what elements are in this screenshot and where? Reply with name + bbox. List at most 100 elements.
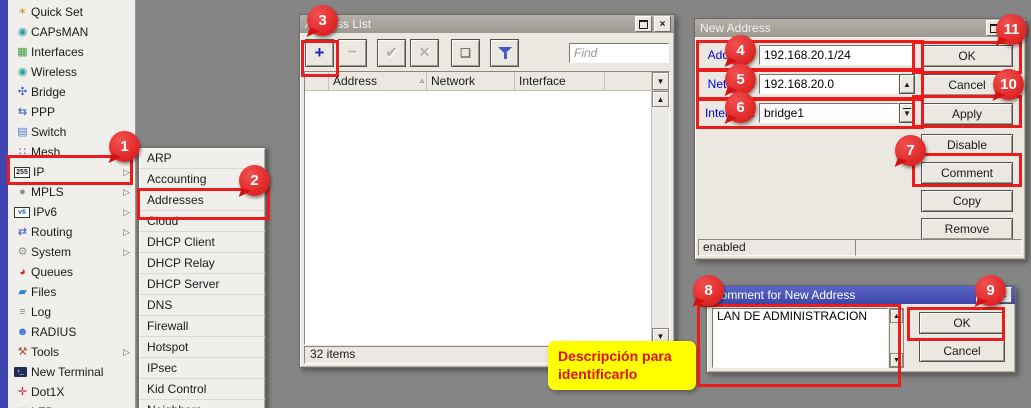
sidebar-item-interfaces[interactable]: ▦Interfaces (8, 42, 135, 62)
network-spinner-up[interactable]: ▲ (899, 74, 915, 94)
menu-item-dhcp-server[interactable]: DHCP Server (139, 273, 265, 294)
sidebar-item-bridge[interactable]: ✣Bridge (8, 82, 135, 102)
scroll-up-button[interactable]: ▲ (890, 309, 903, 323)
window-title: Address List (305, 17, 633, 31)
menu-item-dhcp-relay[interactable]: DHCP Relay (139, 252, 265, 273)
network-input[interactable] (759, 74, 899, 94)
menu-item-kid-control[interactable]: Kid Control (139, 378, 265, 399)
sidebar-item-label: Bridge (31, 85, 135, 99)
comment-button[interactable]: Comment (921, 162, 1013, 184)
menu-item-hotspot[interactable]: Hotspot (139, 336, 265, 357)
ok-button[interactable]: OK (921, 45, 1013, 67)
remove-button[interactable]: − (338, 39, 367, 67)
comment-scrollbar[interactable]: ▲ ▼ (889, 308, 904, 368)
routing-arrows-icon: ⇄ (14, 227, 31, 238)
comment-cancel-button[interactable]: Cancel (919, 340, 1005, 362)
sidebar-item-label: Routing (31, 225, 123, 239)
window-edge-strip (0, 0, 8, 408)
interface-dropdown-button[interactable]: ▼ (899, 103, 915, 123)
sidebar-item-queues[interactable]: ◕Queues (8, 262, 135, 282)
sidebar-item-label: Log (31, 305, 135, 319)
sidebar-item-tools[interactable]: ⚒Tools▷ (8, 342, 135, 362)
menu-item-ipsec[interactable]: IPsec (139, 357, 265, 378)
submenu-arrow-icon: ▷ (123, 227, 130, 238)
sidebar-item-wireless[interactable]: ◉Wireless (8, 62, 135, 82)
scrollbar-track[interactable] (652, 107, 669, 328)
apply-button[interactable]: Apply (921, 103, 1013, 125)
menu-item-dhcp-client[interactable]: DHCP Client (139, 231, 265, 252)
find-input[interactable] (569, 43, 669, 63)
menu-item-neighbors[interactable]: Neighbors (139, 399, 265, 408)
sidebar-item-capsman[interactable]: ◉CAPsMAN (8, 22, 135, 42)
scroll-down-button[interactable]: ▼ (890, 353, 903, 367)
sphere-icon: ● (14, 187, 31, 198)
folder-icon: ▰ (14, 287, 31, 298)
add-button[interactable]: + (305, 39, 334, 67)
maximize-button[interactable] (635, 16, 652, 32)
sidebar-item-dot1x[interactable]: ✛Dot1X (8, 382, 135, 402)
vertical-scrollbar[interactable]: ▲ ▼ (651, 91, 669, 344)
column-select-button[interactable]: ▼ (652, 72, 669, 90)
sidebar-item-mpls[interactable]: ●MPLS▷ (8, 182, 135, 202)
address-list-rows[interactable] (305, 91, 651, 344)
combo-down-icon: ▼ (903, 108, 911, 118)
submenu-arrow-icon: ▷ (123, 247, 130, 258)
comment-ok-button[interactable]: OK (919, 312, 1005, 334)
queues-icon: ◕ (14, 267, 31, 278)
step-badge-5: 5 (725, 64, 756, 95)
submenu-arrow-icon: ▷ (123, 167, 130, 178)
sidebar-item-label: Interfaces (31, 45, 135, 59)
comment-textarea[interactable]: LAN DE ADMINISTRACION (712, 308, 888, 368)
sidebar-item-led[interactable]: ▥LED (8, 402, 135, 408)
interface-input[interactable] (759, 103, 899, 123)
sidebar-item-files[interactable]: ▰Files (8, 282, 135, 302)
scroll-up-button[interactable]: ▲ (652, 91, 669, 107)
menu-item-dns[interactable]: DNS (139, 294, 265, 315)
column-header-address[interactable]: Address▵ (329, 72, 427, 90)
address-input[interactable] (759, 45, 915, 65)
submenu-arrow-icon: ▷ (123, 207, 130, 218)
close-button[interactable]: × (654, 16, 671, 32)
address-list-titlebar[interactable]: Address List × (300, 15, 674, 33)
menu-item-firewall[interactable]: Firewall (139, 315, 265, 336)
sidebar-item-ppp[interactable]: ⇆PPP (8, 102, 135, 122)
copy-button[interactable]: Copy (921, 190, 1013, 212)
step-badge-4: 4 (725, 35, 756, 66)
enable-button[interactable]: ✔ (377, 39, 406, 67)
scrollbar-track[interactable] (890, 323, 903, 353)
column-header-interface[interactable]: Interface (515, 72, 605, 90)
users-icon: ☻ (14, 327, 31, 338)
sidebar-item-system[interactable]: ⚙System▷ (8, 242, 135, 262)
comment-titlebar[interactable]: Comment for New Address × (707, 286, 1015, 304)
column-label: Address (333, 72, 377, 90)
comment-button-toolbar[interactable]: ❏ (451, 39, 480, 67)
column-header-flags[interactable] (305, 72, 329, 90)
disable-button[interactable]: Disable (921, 134, 1013, 156)
sidebar-item-ipv6[interactable]: v6IPv6▷ (8, 202, 135, 222)
column-header-network[interactable]: Network (427, 72, 515, 90)
sidebar-item-label: Queues (31, 265, 135, 279)
new-address-titlebar[interactable]: New Address × (695, 19, 1025, 37)
menu-item-arp[interactable]: ARP (139, 148, 265, 168)
menu-item-cloud[interactable]: Cloud (139, 210, 265, 231)
sidebar-item-label: PPP (31, 105, 135, 119)
sidebar-item-radius[interactable]: ☻RADIUS (8, 322, 135, 342)
sidebar-item-new-terminal[interactable]: ›_New Terminal (8, 362, 135, 382)
filter-button[interactable] (490, 39, 519, 67)
wireless-icon: ◉ (14, 67, 31, 78)
sidebar-item-log[interactable]: ≡Log (8, 302, 135, 322)
maximize-icon (639, 20, 648, 29)
antenna-icon: ◉ (14, 27, 31, 38)
sidebar-item-label: New Terminal (31, 365, 135, 379)
gear-icon: ⚙ (14, 247, 31, 258)
ip-255-icon: 255 (14, 167, 30, 178)
comment-body: LAN DE ADMINISTRACION ▲ ▼ OK Cancel (707, 304, 1015, 372)
sidebar-item-quick-set[interactable]: ✶Quick Set (8, 2, 135, 22)
disable-button[interactable]: ✕ (410, 39, 439, 67)
status-panel (855, 239, 1022, 256)
sidebar-item-label: IP (33, 165, 123, 179)
ipv6-icon: v6 (14, 207, 30, 218)
step-badge-2: 2 (239, 165, 270, 196)
remove-button[interactable]: Remove (921, 218, 1013, 240)
sidebar-item-routing[interactable]: ⇄Routing▷ (8, 222, 135, 242)
